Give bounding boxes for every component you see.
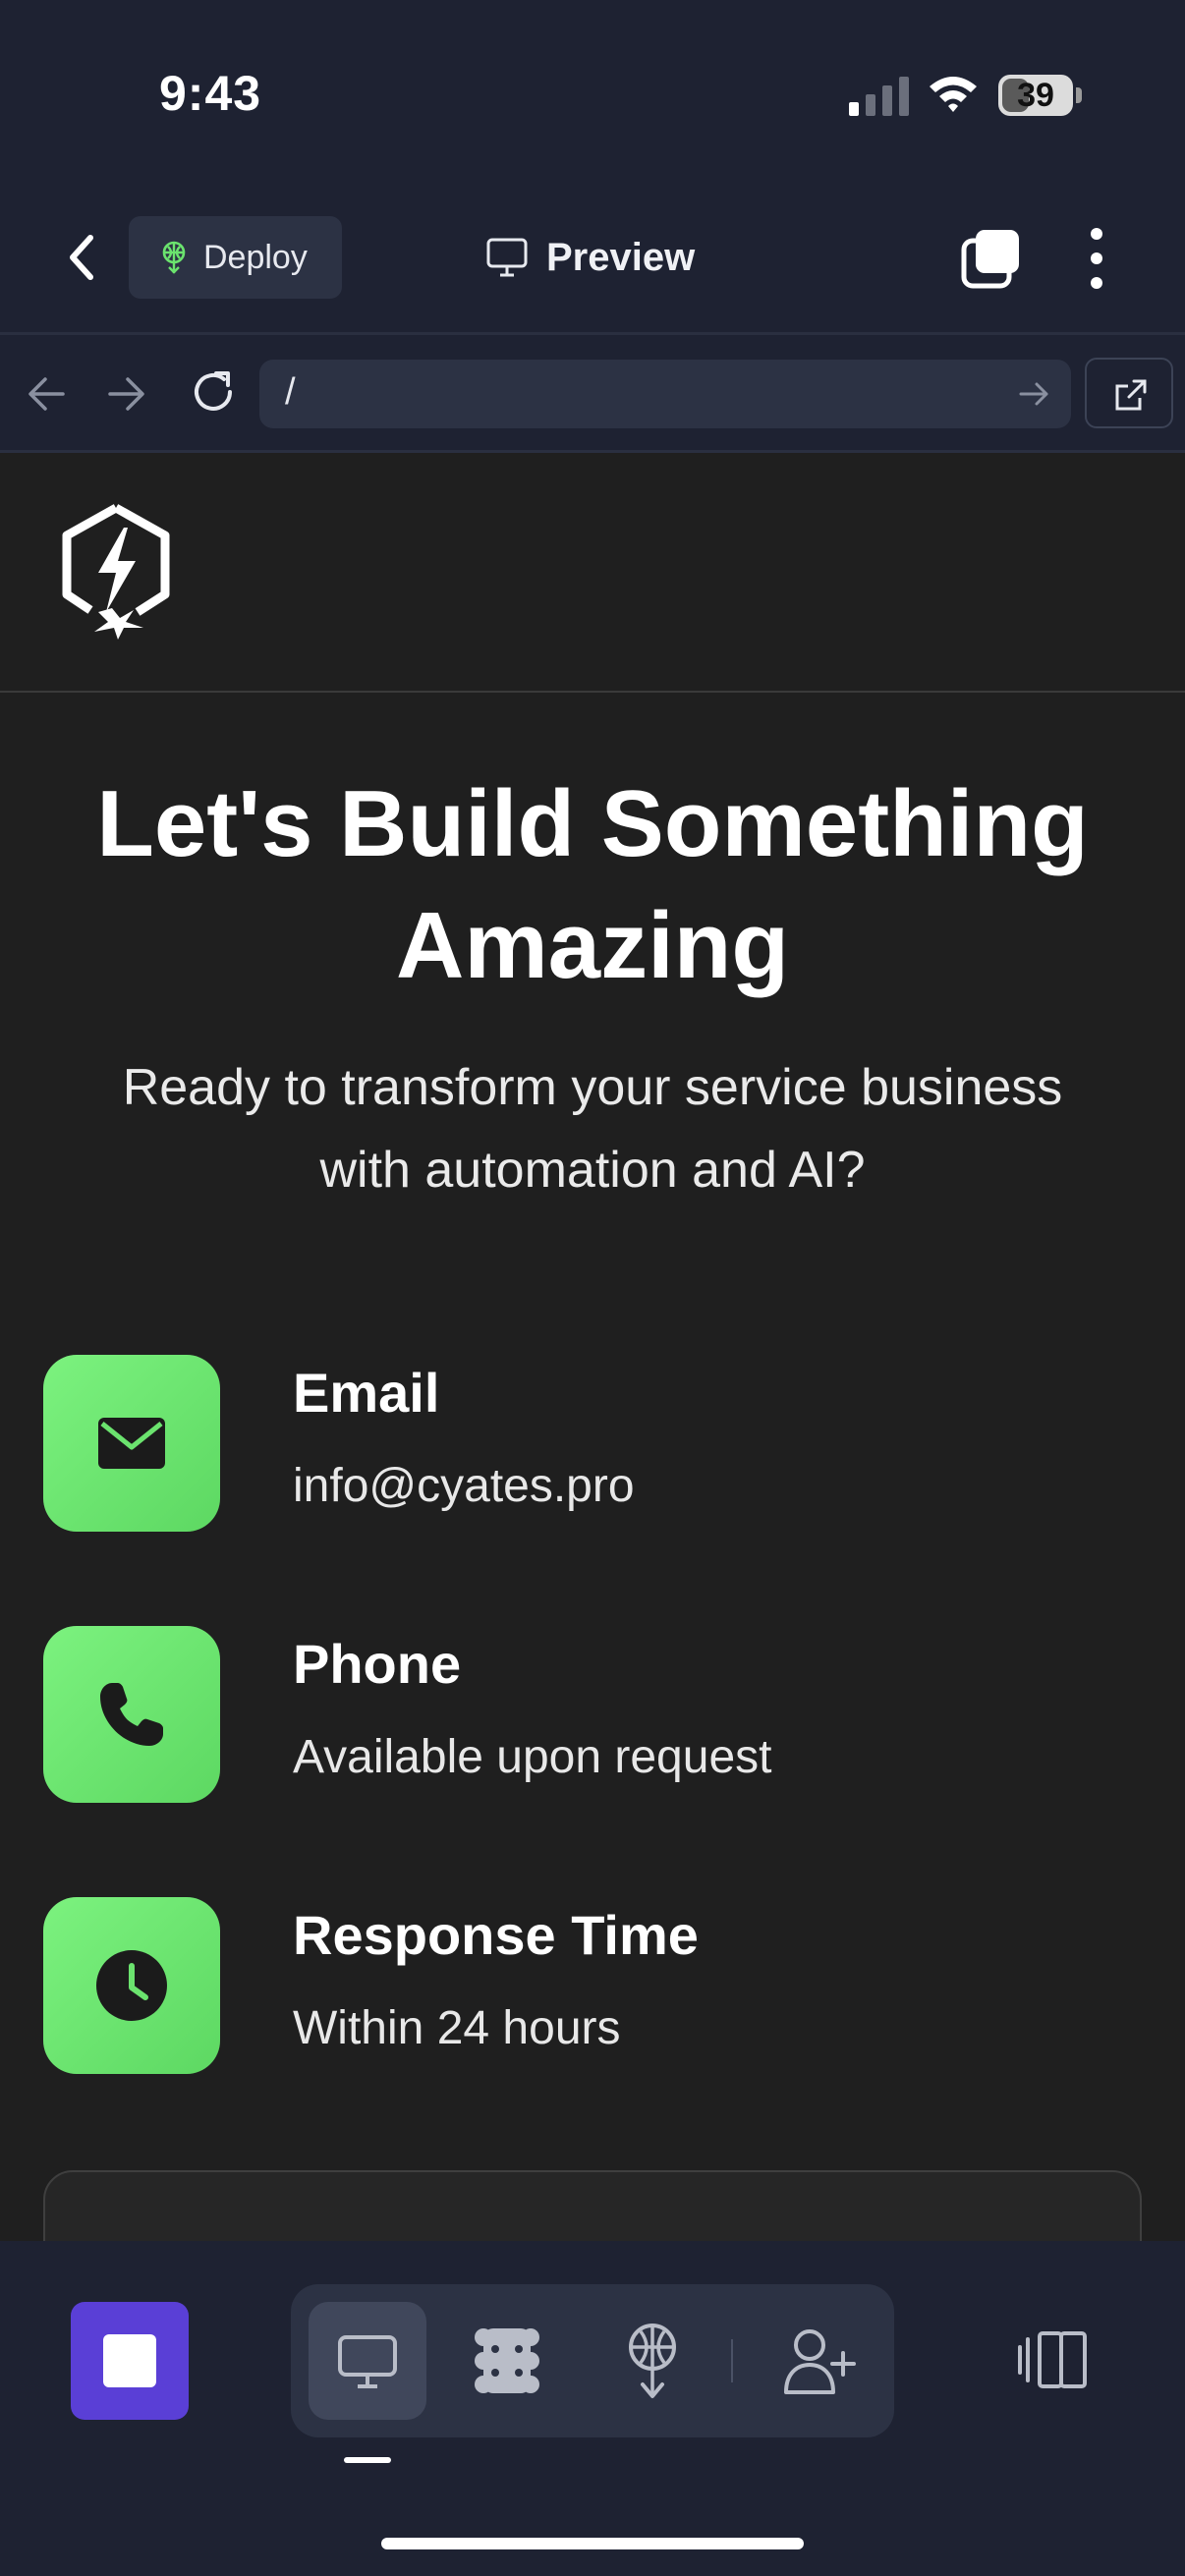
headline-line-2: Amazing [395,893,790,998]
go-arrow-icon[interactable] [1018,379,1051,409]
open-external-button[interactable] [1085,358,1173,428]
contact-title-phone: Phone [293,1633,462,1695]
stop-icon [103,2334,156,2387]
monitor-icon [486,238,528,277]
home-indicator [381,2538,804,2549]
view-switcher [291,2284,894,2437]
apps-icon[interactable] [470,2324,544,2398]
reload-icon[interactable] [189,367,238,417]
deploy-icon [162,241,186,274]
url-input[interactable] [259,360,1071,428]
bottom-toolbar [0,2241,1185,2576]
device-layout-icon[interactable] [1018,2329,1089,2390]
battery-percent: 39 [1017,77,1054,114]
deploy-tab-icon[interactable] [623,2322,682,2400]
external-link-icon [1115,379,1147,411]
contact-form-card [43,2170,1142,2241]
active-tab-indicator [344,2457,391,2463]
site-header-divider [0,691,1185,693]
add-user-icon[interactable] [782,2327,857,2396]
lightning-logo-icon[interactable] [59,502,173,644]
contact-value-email[interactable]: info@cyates.pro [293,1459,635,1513]
preview-label: Preview [546,235,696,279]
contact-title-email: Email [293,1362,440,1424]
battery-indicator: 39 [998,75,1082,116]
view-switcher-separator [731,2339,733,2382]
contact-value-phone: Available upon request [293,1731,772,1783]
deploy-button[interactable]: Deploy [129,216,342,299]
back-chevron-icon[interactable] [61,228,104,287]
more-options-icon[interactable] [1077,226,1116,291]
deploy-label: Deploy [203,238,308,276]
page-headline: Let's Build Something Amazing [39,763,1146,1007]
subhead-line-2: with automation and AI? [319,1142,866,1199]
wifi-icon [930,77,977,112]
email-tile [43,1355,220,1532]
headline-line-1: Let's Build Something [96,771,1089,876]
stop-button[interactable] [71,2302,189,2420]
subhead-line-1: Ready to transform your service business [122,1059,1063,1116]
status-time: 9:43 [159,66,262,121]
page-subheadline: Ready to transform your service business… [39,1046,1146,1211]
app-bar-divider [0,332,1185,335]
contact-title-response-time: Response Time [293,1904,699,1966]
mail-icon [98,1418,165,1469]
preview-icon[interactable] [336,2333,399,2390]
url-text: / [285,371,296,413]
clock-icon [96,1950,167,2021]
tabs-icon[interactable] [961,228,1022,289]
browser-forward-icon[interactable] [104,373,149,415]
response-time-tile [43,1897,220,2074]
preview-title[interactable]: Preview [485,228,695,287]
web-preview: Let's Build Something Amazing Ready to t… [0,453,1185,2241]
phone-tile [43,1626,220,1803]
browser-back-icon[interactable] [24,373,69,415]
cellular-signal-icon [849,77,909,116]
contact-value-response-time: Within 24 hours [293,2002,621,2054]
phone-icon [100,1683,163,1746]
